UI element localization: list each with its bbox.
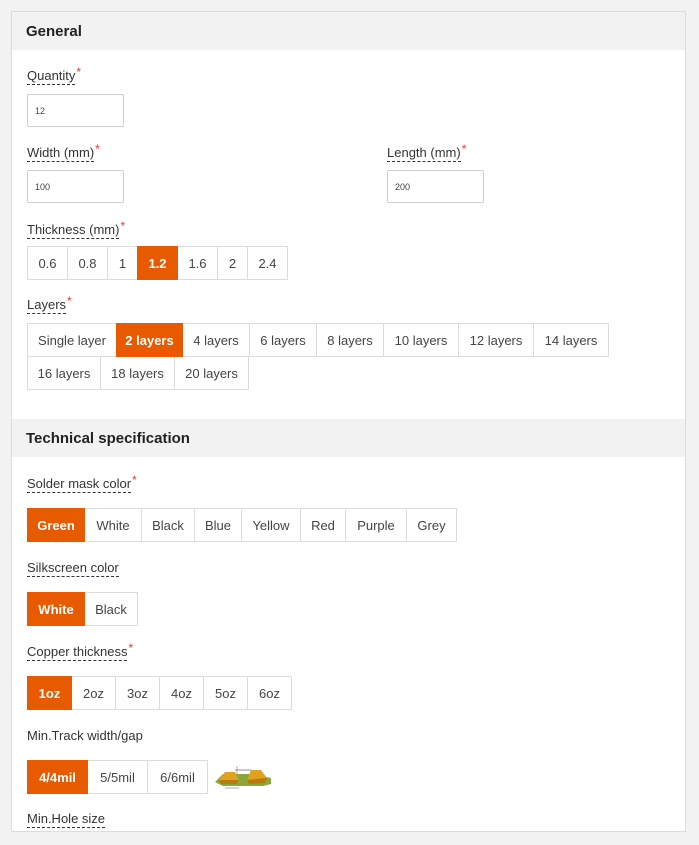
thickness-option[interactable]: 2 xyxy=(217,246,248,280)
track-option[interactable]: 5/5mil xyxy=(87,760,148,794)
pcb-order-form: General Quantity* Width (mm)* Length (mm… xyxy=(11,11,686,832)
copper-option[interactable]: 4oz xyxy=(159,676,204,710)
solder-mask-option[interactable]: Red xyxy=(300,508,346,542)
layers-option[interactable]: 10 layers xyxy=(383,323,459,357)
copper-option[interactable]: 5oz xyxy=(203,676,248,710)
layers-option[interactable]: 20 layers xyxy=(174,356,249,390)
layers-options: Single layer 2 layers 4 layers 6 layers … xyxy=(27,323,609,390)
thickness-options: 0.6 0.8 1 1.2 1.6 2 2.4 xyxy=(27,246,288,280)
required-asterisk: * xyxy=(120,219,126,233)
layers-option[interactable]: 8 layers xyxy=(316,323,384,357)
solder-mask-option[interactable]: Purple xyxy=(345,508,407,542)
copper-option[interactable]: 2oz xyxy=(71,676,116,710)
thickness-option-selected[interactable]: 1.2 xyxy=(137,246,178,280)
thickness-option[interactable]: 1 xyxy=(107,246,138,280)
thickness-option[interactable]: 1.6 xyxy=(177,246,218,280)
solder-mask-option[interactable]: Black xyxy=(141,508,195,542)
layers-option[interactable]: 16 layers xyxy=(27,356,101,390)
track-width-options: 4/4mil 5/5mil 6/6mil xyxy=(27,760,208,794)
width-input[interactable] xyxy=(27,170,124,203)
layers-option[interactable]: 6 layers xyxy=(249,323,317,357)
layers-option-selected[interactable]: 2 layers xyxy=(116,323,183,357)
silkscreen-option-selected[interactable]: White xyxy=(27,592,85,626)
layers-option[interactable]: 12 layers xyxy=(458,323,534,357)
layers-option[interactable]: 4 layers xyxy=(182,323,250,357)
copper-thickness-options: 1oz 2oz 3oz 4oz 5oz 6oz xyxy=(27,676,292,710)
solder-mask-options: Green White Black Blue Yellow Red Purple… xyxy=(27,508,457,542)
thickness-option[interactable]: 0.6 xyxy=(27,246,68,280)
required-asterisk: * xyxy=(95,142,100,156)
technical-section-title: Technical specification xyxy=(26,429,190,447)
quantity-label: Quantity* xyxy=(27,65,82,85)
silkscreen-option[interactable]: Black xyxy=(84,592,138,626)
solder-mask-option[interactable]: Yellow xyxy=(241,508,301,542)
track-width-diagram-icon xyxy=(215,766,271,789)
copper-option[interactable]: 3oz xyxy=(115,676,160,710)
general-section-header: General xyxy=(12,12,685,50)
copper-thickness-label: Copper thickness* xyxy=(27,641,134,661)
required-asterisk: * xyxy=(76,65,82,79)
quantity-input[interactable] xyxy=(27,94,124,127)
layers-label: Layers* xyxy=(27,294,72,314)
general-section-title: General xyxy=(26,22,82,40)
required-asterisk: * xyxy=(67,294,72,308)
silkscreen-label: Silkscreen color xyxy=(27,560,119,577)
required-asterisk: * xyxy=(461,142,467,156)
technical-section-header: Technical specification xyxy=(12,419,685,457)
track-option-selected[interactable]: 4/4mil xyxy=(27,760,88,794)
silkscreen-options: White Black xyxy=(27,592,138,626)
width-label: Width (mm)* xyxy=(27,142,100,162)
hole-size-label: Min.Hole size xyxy=(27,811,106,828)
solder-mask-option[interactable]: Grey xyxy=(406,508,457,542)
layers-option[interactable]: 14 layers xyxy=(533,323,609,357)
thickness-option[interactable]: 0.8 xyxy=(67,246,108,280)
thickness-option[interactable]: 2.4 xyxy=(247,246,288,280)
solder-mask-option[interactable]: White xyxy=(84,508,142,542)
track-option[interactable]: 6/6mil xyxy=(147,760,208,794)
length-input[interactable] xyxy=(387,170,484,203)
copper-option[interactable]: 6oz xyxy=(247,676,292,710)
required-asterisk: * xyxy=(128,641,134,655)
layers-option[interactable]: Single layer xyxy=(27,323,117,357)
solder-mask-option-selected[interactable]: Green xyxy=(27,508,85,542)
length-label: Length (mm)* xyxy=(387,142,467,162)
layers-option[interactable]: 18 layers xyxy=(100,356,175,390)
thickness-label: Thickness (mm)* xyxy=(27,219,126,239)
track-width-label: Min.Track width/gap xyxy=(27,728,143,743)
solder-mask-label: Solder mask color* xyxy=(27,473,137,493)
solder-mask-option[interactable]: Blue xyxy=(194,508,242,542)
required-asterisk: * xyxy=(132,473,137,487)
copper-option-selected[interactable]: 1oz xyxy=(27,676,72,710)
